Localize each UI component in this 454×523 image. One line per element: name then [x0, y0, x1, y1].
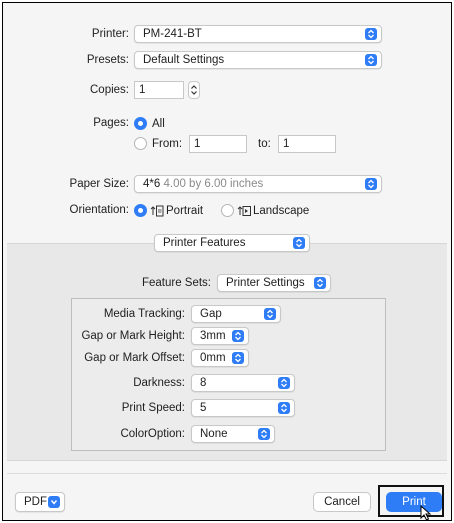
pages-range-radio[interactable] [134, 137, 147, 150]
section-popup-value: Printer Features [163, 237, 246, 249]
color-option-popup[interactable]: None [191, 425, 275, 443]
pdf-menu-button[interactable]: PDF [15, 492, 65, 512]
paper-size-popup[interactable]: 4*6 4.00 by 6.00 inches [134, 175, 382, 193]
pages-label: Pages: [93, 117, 129, 129]
feature-sets-label: Feature Sets: [141, 277, 211, 289]
chevron-down-icon [48, 496, 60, 508]
landscape-orientation-icon [237, 206, 251, 216]
pages-from-field[interactable]: 1 [189, 135, 247, 153]
footer-divider [7, 473, 447, 474]
gap-height-popup[interactable]: 3mm [191, 327, 249, 345]
orientation-landscape-label: Landscape [253, 205, 310, 217]
cancel-button[interactable]: Cancel [313, 492, 371, 512]
section-popup[interactable]: Printer Features [154, 234, 310, 252]
pdf-label: PDF [24, 496, 47, 508]
copies-stepper[interactable] [188, 81, 200, 99]
media-tracking-label: Media Tracking: [103, 308, 185, 320]
paper-size-dimensions: 4.00 by 6.00 inches [163, 178, 264, 190]
chevron-updown-icon [278, 377, 290, 389]
gap-offset-label: Gap or Mark Offset: [84, 352, 185, 364]
color-option-label: ColorOption: [120, 428, 185, 440]
feature-sets-value: Printer Settings [226, 277, 305, 289]
portrait-orientation-icon [150, 205, 164, 217]
paper-size-name: 4*6 [143, 178, 161, 190]
chevron-updown-icon [365, 54, 377, 66]
chevron-updown-icon [293, 237, 305, 249]
stepper-arrows-icon [191, 85, 197, 95]
media-tracking-popup[interactable]: Gap [191, 305, 281, 323]
darkness-popup[interactable]: 8 [191, 374, 295, 392]
pages-all-label: All [152, 118, 165, 130]
chevron-updown-icon [314, 277, 326, 289]
chevron-updown-icon [232, 352, 244, 364]
chevron-updown-icon [258, 428, 270, 440]
printer-label: Printer: [91, 28, 129, 40]
presets-popup[interactable]: Default Settings [134, 51, 382, 69]
print-dialog: Printer: PM-241-BT Presets: Default Sett… [2, 2, 452, 521]
copies-field[interactable]: 1 [134, 81, 184, 99]
chevron-updown-icon [278, 402, 290, 414]
feature-sets-popup[interactable]: Printer Settings [217, 274, 331, 292]
chevron-updown-icon [232, 330, 244, 342]
print-speed-value: 5 [200, 402, 207, 414]
gap-offset-value: 0mm [200, 352, 226, 364]
gap-height-value: 3mm [200, 330, 226, 342]
print-speed-popup[interactable]: 5 [191, 399, 295, 417]
print-speed-label: Print Speed: [121, 402, 185, 414]
chevron-updown-icon [365, 28, 377, 40]
mouse-pointer-icon [420, 505, 432, 521]
orientation-portrait-label: Portrait [166, 205, 204, 217]
darkness-label: Darkness: [133, 377, 185, 389]
orientation-portrait-radio[interactable] [134, 204, 147, 217]
pages-all-radio[interactable] [134, 117, 147, 130]
gap-height-label: Gap or Mark Height: [81, 330, 185, 342]
copies-label: Copies: [90, 84, 129, 96]
paper-size-value: 4*6 4.00 by 6.00 inches [143, 176, 263, 192]
pages-from-label: From: [152, 138, 183, 150]
color-option-value: None [200, 428, 228, 440]
orientation-landscape-radio[interactable] [221, 204, 234, 217]
chevron-updown-icon [365, 178, 377, 190]
printer-value: PM-241-BT [143, 28, 202, 40]
print-button-highlight [378, 485, 444, 517]
presets-label: Presets: [86, 54, 129, 66]
pages-to-field[interactable]: 1 [278, 135, 336, 153]
gap-offset-popup[interactable]: 0mm [191, 349, 249, 367]
paper-size-label: Paper Size: [69, 178, 129, 190]
presets-value: Default Settings [143, 54, 225, 66]
darkness-value: 8 [200, 377, 207, 389]
media-tracking-value: Gap [200, 308, 222, 320]
pages-to-label: to: [258, 138, 271, 150]
chevron-updown-icon [264, 308, 276, 320]
orientation-label: Orientation: [69, 204, 129, 216]
printer-popup[interactable]: PM-241-BT [134, 25, 382, 43]
